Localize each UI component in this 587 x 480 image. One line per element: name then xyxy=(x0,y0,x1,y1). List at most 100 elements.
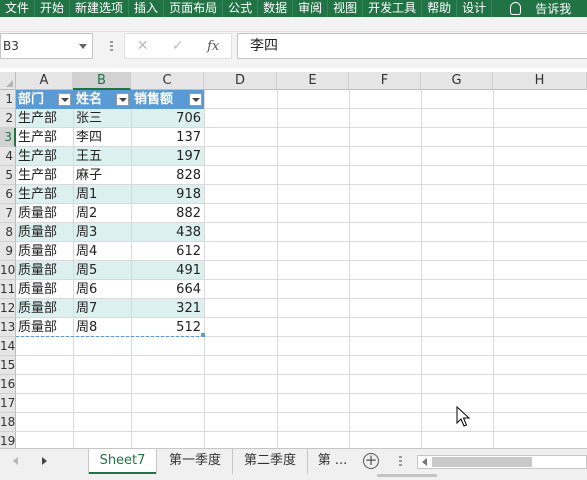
ribbon-tab-formulas[interactable]: 公式 xyxy=(223,0,259,17)
column-header-d[interactable]: D xyxy=(204,72,277,90)
sheet-tab-more[interactable]: 第 ... xyxy=(310,449,355,474)
row-header[interactable]: 17 xyxy=(0,394,16,413)
sheet-tab-q1[interactable]: 第一季度 xyxy=(158,449,233,474)
ribbon-tab-insert[interactable]: 插入 xyxy=(129,0,165,17)
horizontal-scrollbar[interactable] xyxy=(417,455,587,469)
table-resize-handle[interactable] xyxy=(201,333,205,337)
row-header[interactable]: 6 xyxy=(0,185,16,204)
column-header-a[interactable]: A xyxy=(16,72,73,90)
table-cell[interactable]: 918 xyxy=(132,185,204,204)
row-header[interactable]: 13 xyxy=(0,318,16,337)
table-cell[interactable]: 质量部 xyxy=(16,261,73,280)
table-cell[interactable]: 麻子 xyxy=(74,166,131,185)
row-header[interactable]: 18 xyxy=(0,413,16,432)
table-cell[interactable]: 512 xyxy=(132,318,204,337)
row-header[interactable]: 14 xyxy=(0,337,16,356)
row-header[interactable]: 7 xyxy=(0,204,16,223)
row-header[interactable]: 4 xyxy=(0,147,16,166)
table-cell[interactable]: 491 xyxy=(132,261,204,280)
table-cell[interactable]: 质量部 xyxy=(16,223,73,242)
column-header-b[interactable]: B xyxy=(73,72,131,90)
insert-function-icon[interactable]: fx xyxy=(207,39,219,54)
table-cell-selected[interactable]: 李四 xyxy=(74,128,131,147)
row-header[interactable]: 11 xyxy=(0,280,16,299)
row-header[interactable]: 5 xyxy=(0,166,16,185)
table-cell[interactable]: 周4 xyxy=(74,242,131,261)
enter-icon[interactable]: ✓ xyxy=(172,38,184,54)
table-cell[interactable]: 质量部 xyxy=(16,280,73,299)
table-cell[interactable]: 周5 xyxy=(74,261,131,280)
table-cell[interactable]: 612 xyxy=(132,242,204,261)
cell-area[interactable]: 部门 姓名 销售额 生产部 张三 706 生产部 李四 137 生产部 王五 1… xyxy=(16,90,587,448)
column-header-g[interactable]: G xyxy=(421,72,493,90)
table-cell[interactable]: 664 xyxy=(132,280,204,299)
table-cell[interactable]: 438 xyxy=(132,223,204,242)
filter-dropdown-icon[interactable] xyxy=(116,93,129,106)
table-cell[interactable]: 质量部 xyxy=(16,242,73,261)
table-cell[interactable]: 质量部 xyxy=(16,318,73,337)
table-cell[interactable]: 828 xyxy=(132,166,204,185)
filter-dropdown-icon[interactable] xyxy=(58,93,71,106)
drag-handle-icon[interactable] xyxy=(399,456,402,468)
next-sheet-icon[interactable] xyxy=(42,457,47,465)
table-cell[interactable]: 137 xyxy=(132,128,204,147)
cancel-icon[interactable]: ✕ xyxy=(137,38,149,54)
table-cell[interactable]: 生产部 xyxy=(16,185,73,204)
chevron-down-icon[interactable] xyxy=(79,44,87,49)
add-sheet-icon[interactable]: + xyxy=(363,453,379,469)
row-header[interactable]: 12 xyxy=(0,299,16,318)
filter-dropdown-icon[interactable] xyxy=(189,93,202,106)
drag-handle-icon[interactable] xyxy=(110,41,113,53)
table-cell[interactable]: 质量部 xyxy=(16,204,73,223)
ribbon-tab-home[interactable]: 开始 xyxy=(35,0,71,17)
ribbon-tab-developer[interactable]: 开发工具 xyxy=(363,0,423,17)
ribbon-tab-view[interactable]: 视图 xyxy=(328,0,364,17)
sheet-tab-q2[interactable]: 第二季度 xyxy=(233,449,308,474)
column-header-f[interactable]: F xyxy=(349,72,421,90)
row-header[interactable]: 9 xyxy=(0,242,16,261)
row-header[interactable]: 16 xyxy=(0,375,16,394)
ribbon-tab-file[interactable]: 文件 xyxy=(0,0,36,17)
scroll-thumb[interactable] xyxy=(432,457,532,467)
table-cell[interactable]: 周3 xyxy=(74,223,131,242)
table-cell[interactable]: 197 xyxy=(132,147,204,166)
table-cell[interactable]: 周1 xyxy=(74,185,131,204)
name-box[interactable]: B3 xyxy=(0,33,93,59)
row-header[interactable]: 8 xyxy=(0,223,16,242)
table-cell[interactable]: 生产部 xyxy=(16,147,73,166)
previous-sheet-icon[interactable] xyxy=(13,457,18,465)
table-cell[interactable]: 882 xyxy=(132,204,204,223)
row-header[interactable]: 3 xyxy=(0,128,16,147)
row-header[interactable]: 2 xyxy=(0,109,16,128)
table-cell[interactable]: 生产部 xyxy=(16,128,73,147)
row-header[interactable]: 10 xyxy=(0,261,16,280)
table-cell[interactable]: 质量部 xyxy=(16,299,73,318)
table-cell[interactable]: 321 xyxy=(132,299,204,318)
table-cell[interactable]: 张三 xyxy=(74,109,131,128)
column-header-c[interactable]: C xyxy=(131,72,204,90)
row-header[interactable]: 19 xyxy=(0,432,16,448)
table-cell[interactable]: 706 xyxy=(132,109,204,128)
row-header[interactable]: 1 xyxy=(0,90,16,109)
tell-me-box[interactable]: 告诉我 xyxy=(492,0,571,17)
ribbon-tab-page-layout[interactable]: 页面布局 xyxy=(164,0,224,17)
table-cell[interactable]: 周2 xyxy=(74,204,131,223)
row-header[interactable]: 15 xyxy=(0,356,16,375)
table-cell[interactable]: 周8 xyxy=(74,318,131,337)
column-header-h[interactable]: H xyxy=(493,72,587,90)
table-cell[interactable]: 王五 xyxy=(74,147,131,166)
ribbon-tab-design[interactable]: 设计 xyxy=(457,0,493,17)
scroll-left-icon[interactable] xyxy=(422,458,427,466)
table-cell[interactable]: 生产部 xyxy=(16,166,73,185)
table-cell[interactable]: 周7 xyxy=(74,299,131,318)
table-cell[interactable]: 周6 xyxy=(74,280,131,299)
formula-input[interactable]: 李四 xyxy=(237,33,587,59)
worksheet-grid[interactable]: A B C D E F G H 1 2 3 4 5 6 7 8 9 10 11 … xyxy=(0,72,587,448)
ribbon-tab-review[interactable]: 审阅 xyxy=(293,0,329,17)
table-cell[interactable]: 生产部 xyxy=(16,109,73,128)
sheet-tab-sheet7[interactable]: Sheet7 xyxy=(89,449,156,474)
ribbon-tab-help[interactable]: 帮助 xyxy=(422,0,458,17)
ribbon-tab-new-options[interactable]: 新建选项 xyxy=(70,0,130,17)
column-header-e[interactable]: E xyxy=(277,72,349,90)
ribbon-tab-data[interactable]: 数据 xyxy=(258,0,294,17)
